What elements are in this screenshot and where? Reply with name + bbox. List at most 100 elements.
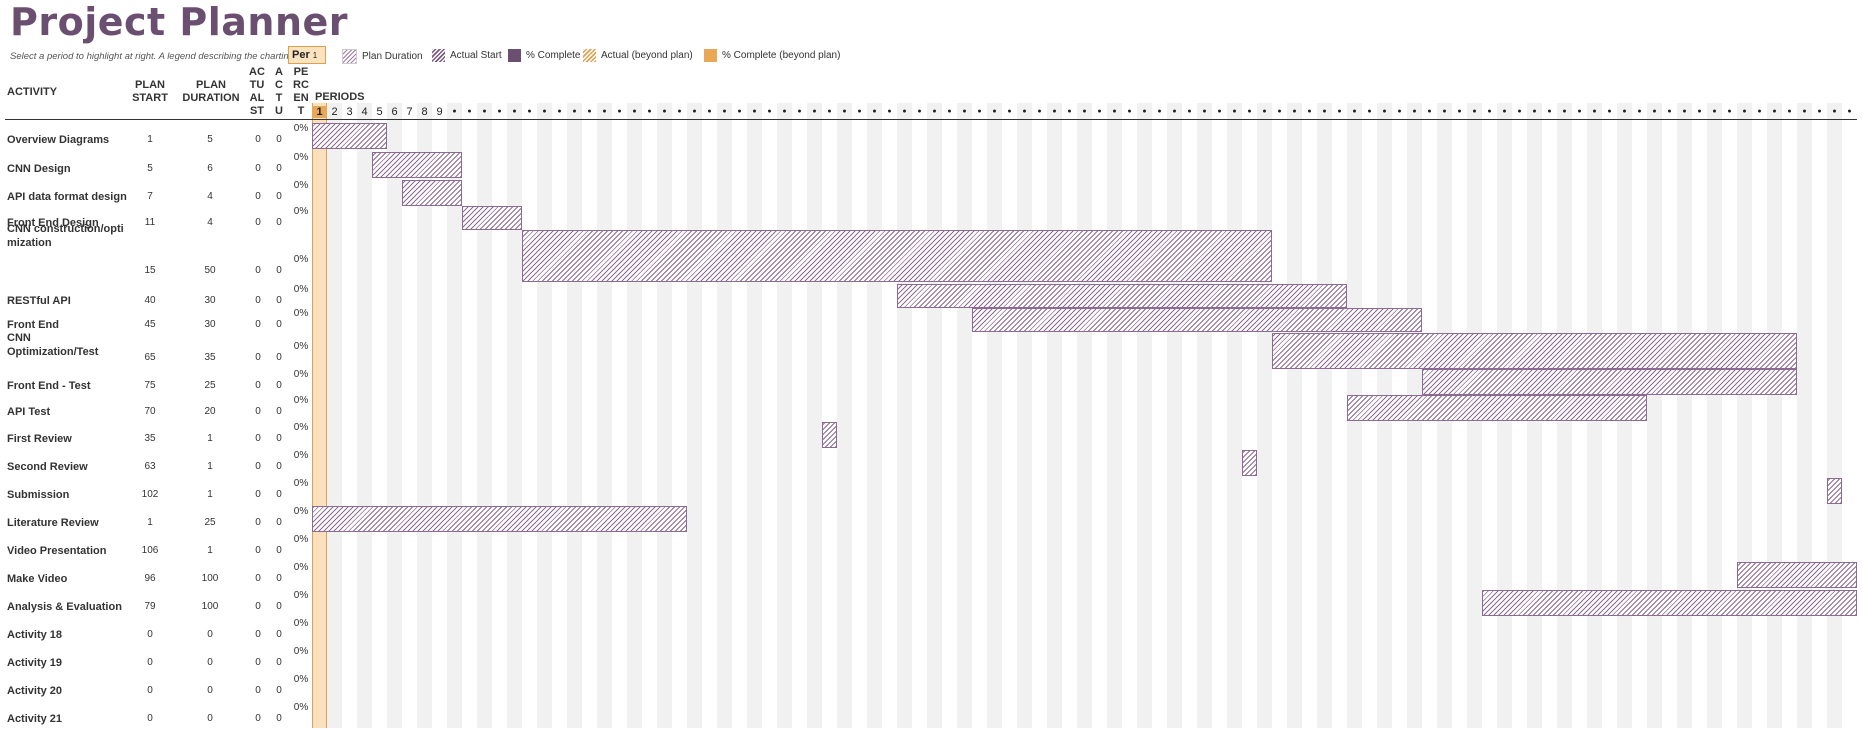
period-column[interactable]: [927, 103, 942, 728]
actual-start-cell[interactable]: 0: [249, 601, 267, 612]
actual-start-cell[interactable]: 0: [249, 489, 267, 500]
percent-complete-cell[interactable]: 0%: [290, 152, 312, 163]
actual-start-cell[interactable]: 0: [249, 295, 267, 306]
plan-duration-cell[interactable]: 1: [190, 433, 230, 444]
period-number[interactable]: ●: [537, 108, 552, 115]
period-number[interactable]: ●: [1512, 108, 1527, 115]
period-number[interactable]: ●: [807, 108, 822, 115]
percent-complete-cell[interactable]: 0%: [290, 450, 312, 461]
table-row[interactable]: RESTful API 40 30 0 0 0%: [0, 284, 312, 311]
period-column[interactable]: [387, 103, 402, 728]
period-number[interactable]: ●: [1722, 108, 1737, 115]
period-number[interactable]: ●: [882, 108, 897, 115]
actual-duration-cell[interactable]: 0: [272, 191, 286, 202]
period-number[interactable]: ●: [657, 108, 672, 115]
period-number[interactable]: ●: [1407, 108, 1422, 115]
period-number[interactable]: ●: [1392, 108, 1407, 115]
plan-start-cell[interactable]: 75: [130, 380, 170, 391]
period-number[interactable]: ●: [1542, 108, 1557, 115]
table-row[interactable]: API Test 70 20 0 0 0%: [0, 395, 312, 424]
period-number[interactable]: ●: [777, 108, 792, 115]
period-number[interactable]: ●: [957, 108, 972, 115]
period-number[interactable]: ●: [447, 108, 462, 115]
period-number[interactable]: ●: [1842, 108, 1857, 115]
period-column[interactable]: [1182, 103, 1197, 728]
period-column[interactable]: [327, 103, 342, 728]
period-number[interactable]: ●: [687, 108, 702, 115]
table-row[interactable]: Activity 18 0 0 0 0 0%: [0, 618, 312, 647]
percent-complete-cell[interactable]: 0%: [290, 123, 312, 134]
period-column[interactable]: [957, 103, 972, 728]
plan-duration-cell[interactable]: 25: [190, 380, 230, 391]
period-column[interactable]: [1332, 103, 1347, 728]
activity-name[interactable]: Make Video: [7, 572, 127, 586]
period-number[interactable]: ●: [762, 108, 777, 115]
period-column[interactable]: [687, 103, 702, 728]
period-number[interactable]: ●: [1797, 108, 1812, 115]
period-number[interactable]: ●: [567, 108, 582, 115]
period-column[interactable]: [1137, 103, 1152, 728]
period-number[interactable]: ●: [912, 108, 927, 115]
actual-start-cell[interactable]: 0: [249, 657, 267, 668]
period-number[interactable]: ●: [1812, 108, 1827, 115]
period-number[interactable]: ●: [672, 108, 687, 115]
percent-complete-cell[interactable]: 0%: [290, 341, 312, 352]
period-column[interactable]: [492, 103, 507, 728]
period-number[interactable]: ●: [822, 108, 837, 115]
period-number[interactable]: ●: [1332, 108, 1347, 115]
actual-duration-cell[interactable]: 0: [272, 134, 286, 145]
period-column[interactable]: [657, 103, 672, 728]
period-column[interactable]: [702, 103, 717, 728]
period-number[interactable]: ●: [1437, 108, 1452, 115]
period-number[interactable]: ●: [732, 108, 747, 115]
percent-complete-cell[interactable]: 0%: [290, 590, 312, 601]
table-row[interactable]: Video Presentation 106 1 0 0 0%: [0, 534, 312, 563]
period-number[interactable]: 6: [387, 106, 402, 118]
period-number[interactable]: 4: [357, 106, 372, 118]
period-number[interactable]: ●: [852, 108, 867, 115]
activity-name[interactable]: Front End - Test: [7, 379, 127, 393]
period-number[interactable]: ●: [1557, 108, 1572, 115]
activity-name[interactable]: Overview Diagrams: [7, 133, 127, 147]
actual-duration-cell[interactable]: 0: [272, 461, 286, 472]
actual-start-cell[interactable]: 0: [249, 713, 267, 724]
activity-name[interactable]: Activity 20: [7, 684, 127, 698]
period-number[interactable]: ●: [927, 108, 942, 115]
period-number[interactable]: ●: [972, 108, 987, 115]
period-number[interactable]: 5: [372, 106, 387, 118]
period-number[interactable]: ●: [987, 108, 1002, 115]
plan-start-cell[interactable]: 0: [130, 657, 170, 668]
plan-start-cell[interactable]: 1: [130, 134, 170, 145]
plan-duration-cell[interactable]: 0: [190, 629, 230, 640]
actual-duration-cell[interactable]: 0: [272, 380, 286, 391]
period-number[interactable]: ●: [612, 108, 627, 115]
period-column[interactable]: [1227, 103, 1242, 728]
period-number[interactable]: ●: [1017, 108, 1032, 115]
actual-duration-cell[interactable]: 0: [272, 629, 286, 640]
actual-duration-cell[interactable]: 0: [272, 685, 286, 696]
period-column[interactable]: [1752, 103, 1767, 728]
period-number[interactable]: ●: [552, 108, 567, 115]
table-row[interactable]: Front End - Test 75 25 0 0 0%: [0, 369, 312, 398]
period-number[interactable]: ●: [1107, 108, 1122, 115]
percent-complete-cell[interactable]: 0%: [290, 395, 312, 406]
period-column[interactable]: [807, 103, 822, 728]
period-number[interactable]: 7: [402, 106, 417, 118]
period-number[interactable]: ●: [1227, 108, 1242, 115]
period-number[interactable]: ●: [1062, 108, 1077, 115]
period-column[interactable]: [1092, 103, 1107, 728]
table-row[interactable]: Analysis & Evaluation 79 100 0 0 0%: [0, 590, 312, 619]
actual-duration-cell[interactable]: 0: [272, 265, 286, 276]
period-column[interactable]: [477, 103, 492, 728]
plan-start-cell[interactable]: 79: [130, 601, 170, 612]
period-column[interactable]: [612, 103, 627, 728]
plan-duration-cell[interactable]: 1: [190, 545, 230, 556]
percent-complete-cell[interactable]: 0%: [290, 180, 312, 191]
actual-start-cell[interactable]: 0: [249, 163, 267, 174]
actual-start-cell[interactable]: 0: [249, 433, 267, 444]
period-number[interactable]: ●: [1572, 108, 1587, 115]
percent-complete-cell[interactable]: 0%: [290, 308, 312, 319]
period-column[interactable]: [1152, 103, 1167, 728]
actual-start-cell[interactable]: 0: [249, 406, 267, 417]
period-number[interactable]: ●: [1347, 108, 1362, 115]
